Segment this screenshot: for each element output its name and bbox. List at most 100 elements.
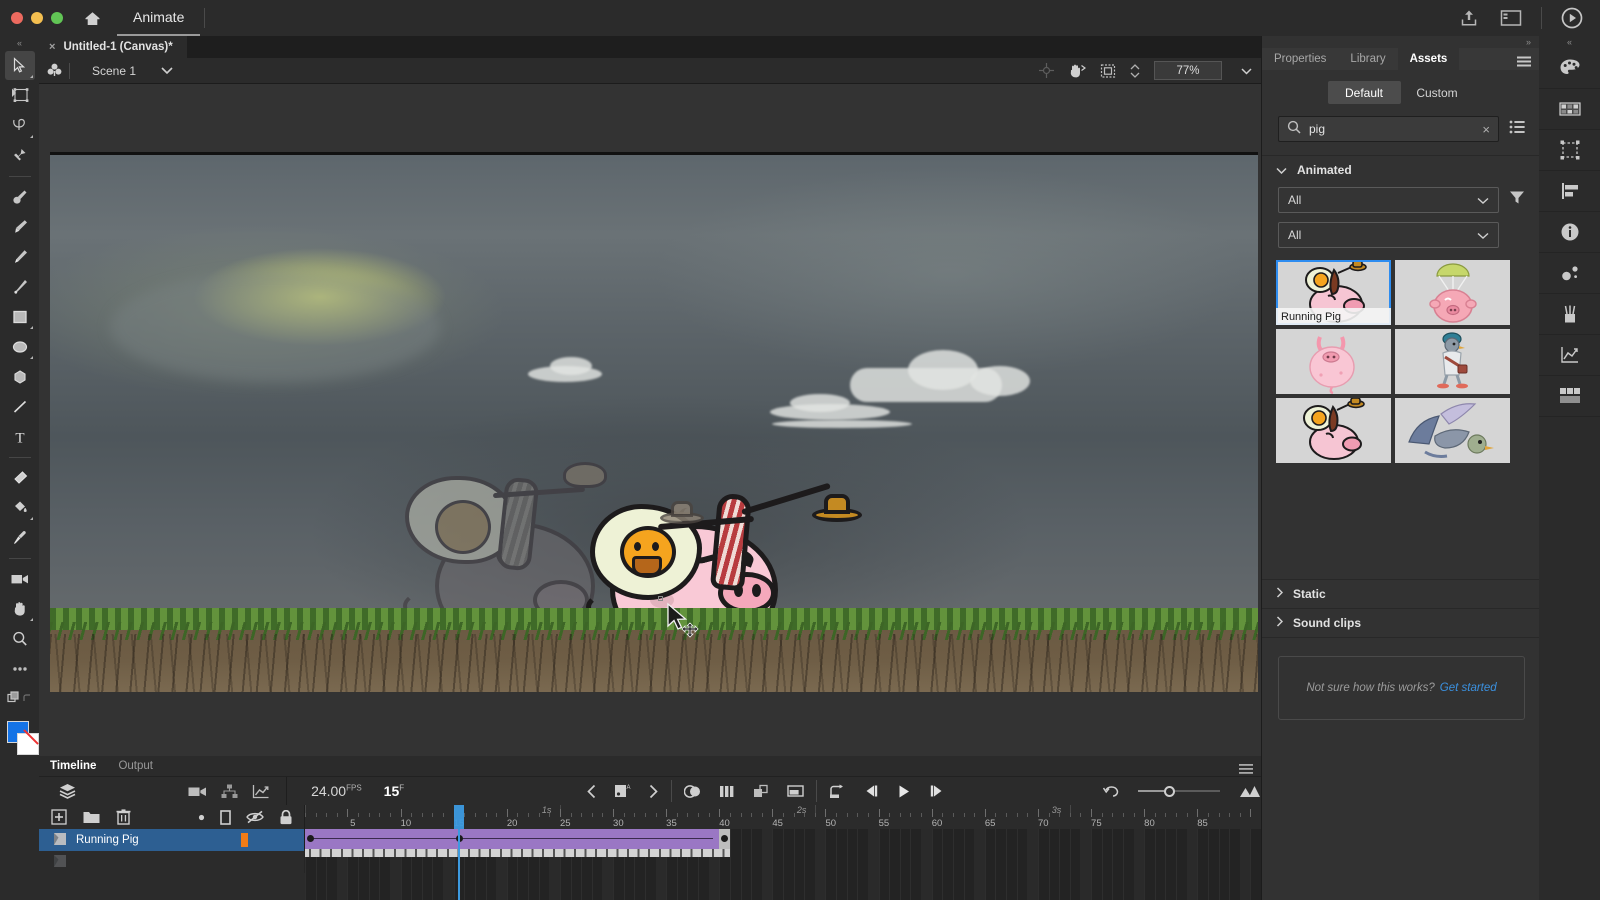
tab-assets[interactable]: Assets [1398,48,1460,70]
fps-value[interactable]: 24.00FPS [311,783,362,799]
line-tool[interactable] [5,392,35,421]
text-tool[interactable]: T [5,422,35,451]
free-transform-tool[interactable] [5,81,35,110]
reset-icon[interactable] [1103,784,1121,798]
layer-parenting-icon[interactable] [221,784,238,799]
outline-icon[interactable] [220,810,231,825]
oval-tool[interactable] [5,332,35,361]
collapse-rail-icon[interactable]: « [1539,36,1600,48]
fit-stage-icon[interactable] [1100,63,1116,79]
tab-properties[interactable]: Properties [1262,48,1338,70]
center-stage-icon[interactable] [1039,63,1054,78]
asset-thumbnail-monkey-pig[interactable] [1276,398,1391,463]
keyframe-end[interactable] [721,835,728,842]
stage-canvas[interactable] [50,152,1258,692]
align-icon[interactable] [1539,171,1600,212]
asset-thumbnail-pigeon-standing[interactable] [1395,329,1510,394]
selection-tool[interactable] [5,51,35,80]
swatches-icon[interactable] [1539,89,1600,130]
close-icon[interactable]: × [49,41,55,53]
collapse-tools-icon[interactable]: « [0,36,39,50]
search-box[interactable]: × [1278,116,1499,142]
close-icon[interactable]: × [1482,122,1490,137]
step-forward-icon[interactable] [929,784,945,798]
color-palette-icon[interactable] [1539,48,1600,89]
tools-icon[interactable] [1539,294,1600,335]
play-icon[interactable] [896,784,912,799]
add-layer-icon[interactable] [51,809,67,825]
asset-thumbnail-flying-pig[interactable] [1276,329,1391,394]
zoom-tool[interactable] [5,624,35,653]
align-frame-icon[interactable] [1539,130,1600,171]
category-select[interactable]: All [1278,187,1499,213]
components-icon[interactable] [1539,376,1600,417]
info-icon[interactable] [1539,212,1600,253]
share-icon[interactable] [1457,6,1481,30]
tab-timeline[interactable]: Timeline [39,756,107,777]
segment-default[interactable]: Default [1328,81,1401,104]
tab-library[interactable]: Library [1338,48,1397,70]
pen-tool[interactable] [5,272,35,301]
workspace-icon[interactable] [1499,6,1523,30]
swap-colors-icon[interactable] [5,684,35,713]
stroke-color-swatch[interactable] [17,733,39,755]
rotate-hand-icon[interactable] [1068,62,1086,79]
chevron-left-icon[interactable] [586,784,597,799]
type-select[interactable]: All [1278,222,1499,248]
tab-output[interactable]: Output [107,756,164,777]
more-tools-button[interactable] [5,654,35,683]
bone-tool[interactable] [5,141,35,170]
home-icon[interactable] [79,5,105,31]
asset-thumbnail-running-pig[interactable]: Running Pig [1276,260,1391,325]
loop-icon[interactable] [829,784,846,799]
modify-markers-icon[interactable] [787,784,804,798]
current-frame-value[interactable]: 15F [384,783,404,799]
window-controls[interactable] [0,12,63,24]
panel-menu-icon[interactable] [1239,761,1253,779]
camera-tool[interactable] [5,564,35,593]
motion-tween-span[interactable] [305,829,719,849]
section-animated[interactable]: Animated [1262,156,1539,184]
segment-custom[interactable]: Custom [1401,81,1474,104]
lasso-tool[interactable] [5,111,35,140]
close-window-button[interactable] [11,12,23,24]
chevron-down-icon[interactable] [160,62,174,80]
pencil-tool[interactable] [5,242,35,271]
step-back-icon[interactable] [863,784,879,798]
asset-thumbnail-pigeon-flying[interactable] [1395,398,1510,463]
section-static[interactable]: Static [1262,580,1539,608]
eyedropper-tool[interactable] [5,523,35,552]
eraser-tool[interactable] [5,463,35,492]
lock-icon[interactable] [279,810,293,825]
zoom-stepper[interactable] [1130,64,1140,78]
minimize-window-button[interactable] [31,12,43,24]
onion-skin-icon[interactable] [684,784,702,799]
frame-zoom-slider[interactable] [1138,786,1220,797]
rectangle-tool[interactable] [5,302,35,331]
timeline-ruler[interactable]: 1s2s3s 510152025303540455055606570758085 [305,805,1261,829]
add-keyframe-icon[interactable]: A [614,783,631,799]
search-input[interactable] [1309,122,1474,136]
scene-icon[interactable] [39,62,69,79]
color-swatches[interactable] [3,719,37,759]
slider-knob[interactable] [1164,786,1175,797]
onion-outline-icon[interactable] [719,784,736,799]
keyframe-start[interactable] [307,835,314,842]
playhead[interactable] [454,805,465,829]
app-tab-animate[interactable]: Animate [117,0,200,36]
panel-menu-icon[interactable] [1517,54,1531,72]
zoom-dropdown-icon[interactable] [1240,62,1253,80]
get-started-link[interactable]: Get started [1440,682,1497,694]
polygon-tool[interactable] [5,362,35,391]
play-circle-icon[interactable] [1560,6,1584,30]
paint-brush-tool[interactable] [5,182,35,211]
new-folder-icon[interactable] [83,810,100,824]
end-frame[interactable] [719,829,730,849]
paint-bucket-tool[interactable] [5,493,35,522]
layer-row-running-pig[interactable]: Running Pig [39,829,305,851]
layer-color-marker[interactable] [241,833,248,847]
expand-panel-icon[interactable]: » [1262,36,1539,48]
dot-icon[interactable] [198,814,205,821]
brush-tool[interactable] [5,212,35,241]
camera-icon[interactable] [188,785,207,798]
